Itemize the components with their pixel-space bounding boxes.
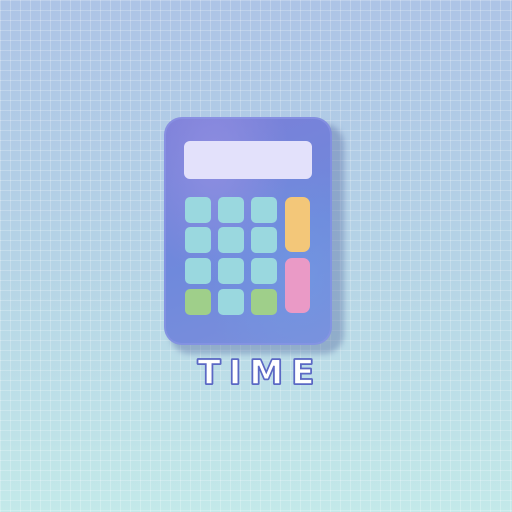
calculator-key [185,289,211,315]
calculator-key [251,258,277,284]
calculator-key-operator [285,197,310,252]
calculator-key [218,258,244,284]
calculator-key [218,289,244,315]
calculator-key [185,197,211,223]
calculator-key [251,289,277,315]
calculator-key [251,197,277,223]
calculator-key [185,227,211,253]
calculator-key [218,197,244,223]
calculator-screen [184,141,312,179]
calculator-key [218,227,244,253]
calculator-icon [164,117,332,345]
calculator-app-icon[interactable]: TIME [0,0,512,512]
calculator-key [251,227,277,253]
app-label: TIME [197,353,323,393]
calculator-key [185,258,211,284]
calculator-key-equals [285,258,310,313]
